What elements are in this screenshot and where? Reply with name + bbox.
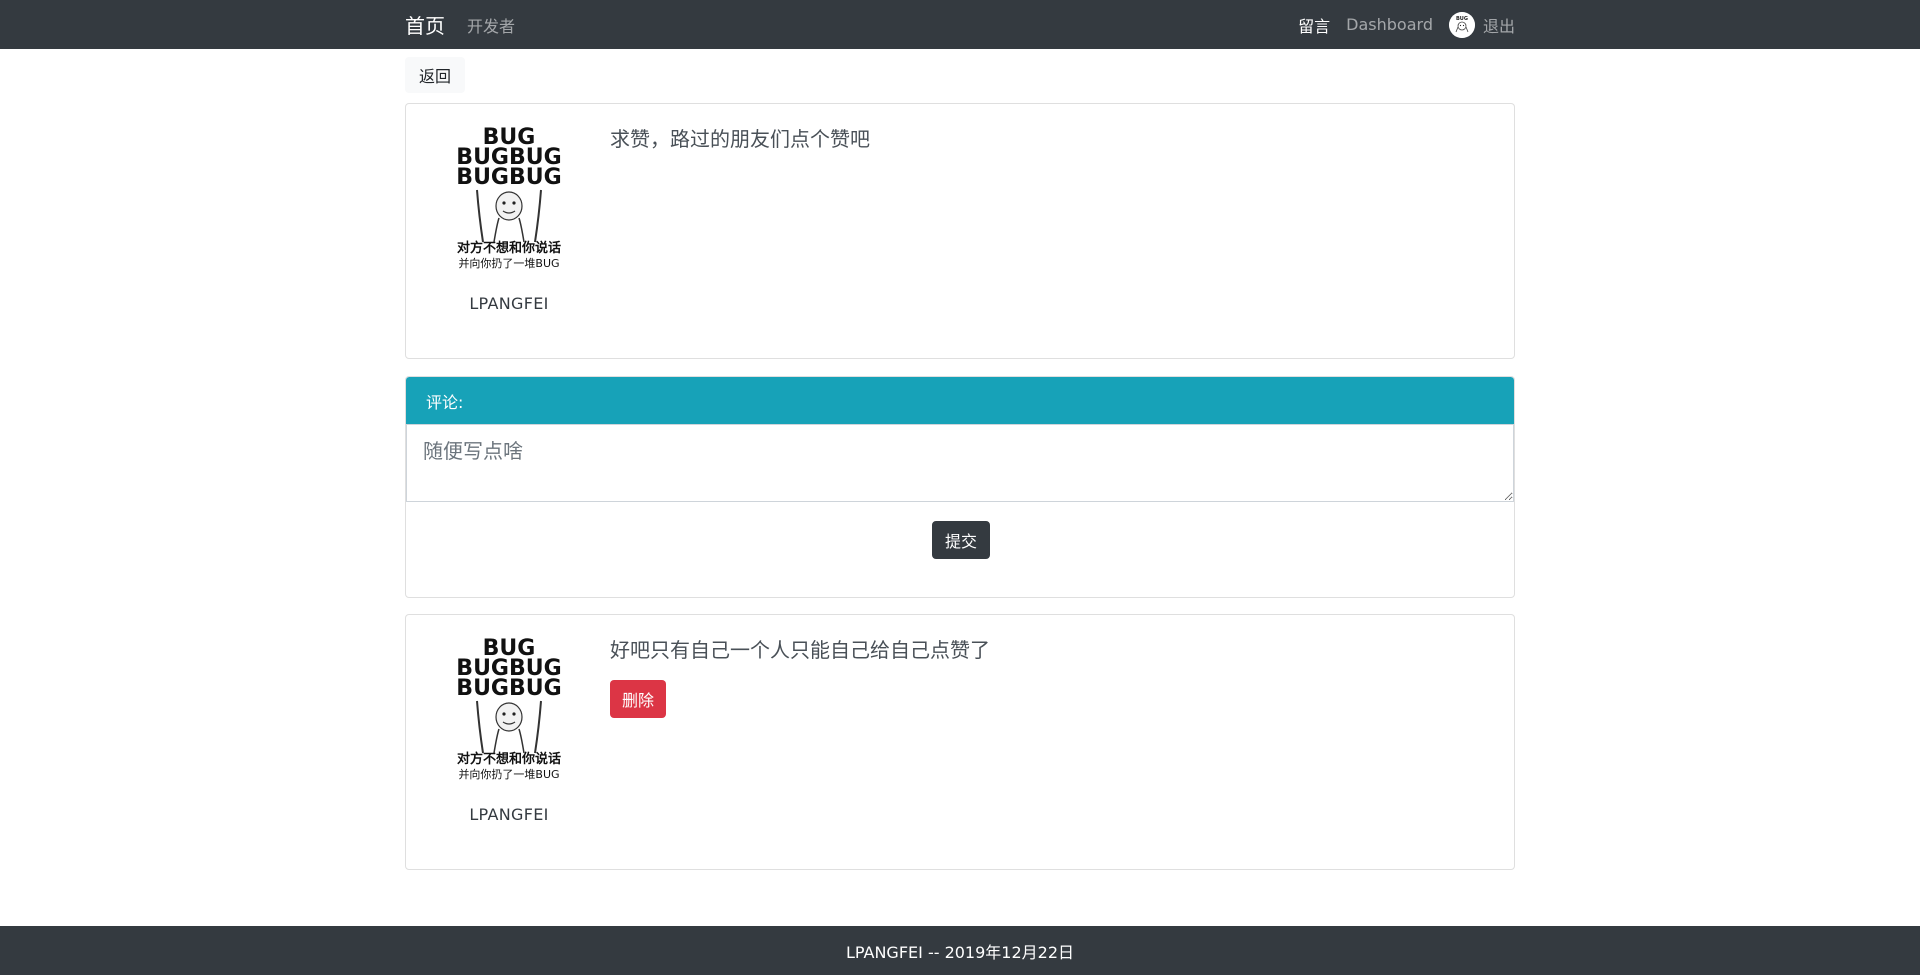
avatar-caption: 并向你扔了一堆BUG — [458, 256, 559, 269]
comment-textarea[interactable] — [406, 424, 1514, 502]
user-avatar[interactable]: BUG — [1448, 11, 1475, 38]
post-author-name: LPANGFEI — [469, 294, 549, 313]
logout-link[interactable]: 退出 — [1483, 13, 1515, 37]
navbar-inner: 首页 开发者 留言 Dashboard BUG 退出 — [405, 0, 1515, 49]
user-avatar-icon: BUG — [1448, 11, 1475, 38]
post-card: BUG BUGBUG BUGBUG 对方不想和你说话 并向你扔了一堆BUG LP… — [405, 103, 1515, 359]
avatar-caption: 并向你扔了一堆BUG — [458, 767, 559, 780]
comment-form-card: 评论: 提交 — [405, 376, 1515, 598]
reply-author-name: LPANGFEI — [469, 805, 549, 824]
messages-link[interactable]: 留言 — [1298, 13, 1330, 37]
top-navbar: 首页 开发者 留言 Dashboard BUG 退出 — [0, 0, 1920, 49]
reply-content: 好吧只有自己一个人只能自己给自己点赞了 — [610, 638, 990, 662]
navbar-left: 首页 开发者 — [405, 10, 515, 39]
developer-link[interactable]: 开发者 — [467, 13, 515, 37]
dashboard-link[interactable]: Dashboard — [1346, 15, 1433, 34]
avatar-text-line: BUGBUG — [456, 165, 561, 190]
post-content: 求赞，路过的朋友们点个赞吧 — [610, 127, 870, 151]
avatar-text-line: BUGBUG — [456, 676, 561, 701]
post-avatar-image: BUG BUGBUG BUGBUG 对方不想和你说话 并向你扔了一堆BUG — [439, 124, 579, 269]
home-link[interactable]: 首页 — [405, 10, 445, 39]
delete-button[interactable]: 删除 — [610, 680, 667, 718]
avatar-caption: 对方不想和你说话 — [457, 751, 561, 767]
svg-text:BUG: BUG — [1456, 16, 1468, 22]
navbar-right: 留言 Dashboard BUG 退出 — [1298, 11, 1515, 38]
footer-text: LPANGFEI -- 2019年12月22日 — [845, 942, 1075, 962]
reply-avatar-image: BUG BUGBUG BUGBUG 对方不想和你说话 并向你扔了一堆BUG — [439, 635, 579, 780]
submit-button[interactable]: 提交 — [932, 521, 991, 559]
post-author: BUG BUGBUG BUGBUG 对方不想和你说话 并向你扔了一堆BUG LP… — [439, 124, 579, 313]
back-button[interactable]: 返回 — [405, 57, 466, 93]
reply-author: BUG BUGBUG BUGBUG 对方不想和你说话 并向你扔了一堆BUG LP… — [439, 635, 579, 824]
comment-header: 评论: — [406, 377, 1514, 424]
footer: LPANGFEI -- 2019年12月22日 — [0, 926, 1920, 975]
avatar-caption: 对方不想和你说话 — [457, 240, 561, 256]
reply-card: BUG BUGBUG BUGBUG 对方不想和你说话 并向你扔了一堆BUG LP… — [405, 614, 1515, 870]
